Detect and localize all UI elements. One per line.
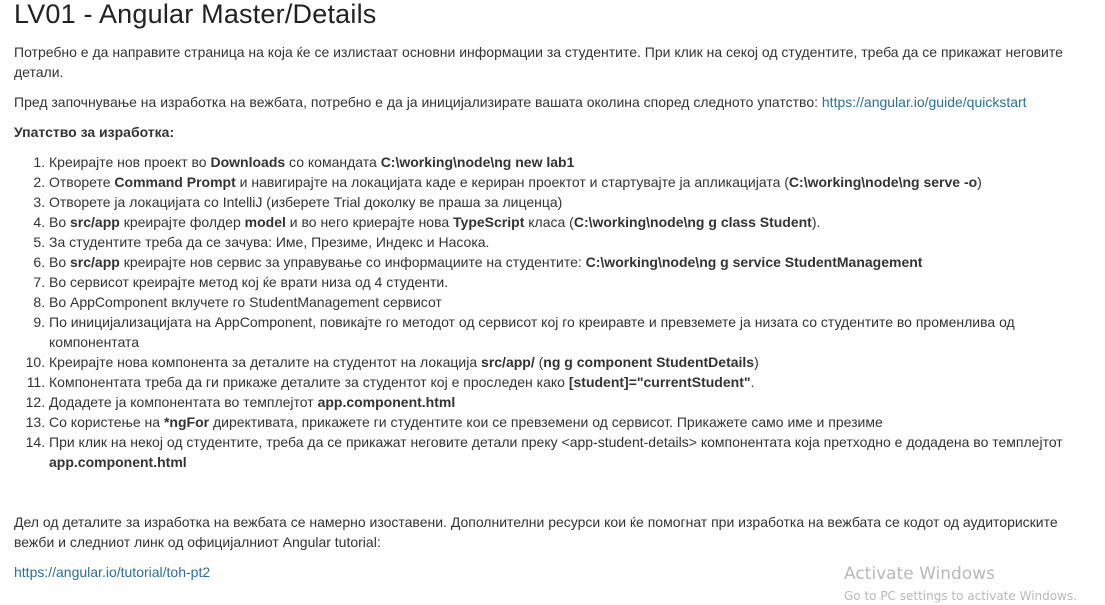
instruction-step: Отворете Command Prompt и навигирајте на…: [49, 172, 1094, 192]
step-emphasis: src/app/: [481, 354, 535, 370]
quickstart-link[interactable]: https://angular.io/guide/quickstart: [822, 94, 1027, 110]
step-emphasis: ng g component StudentDetails: [543, 354, 755, 370]
step-text: ): [754, 354, 759, 370]
step-emphasis: src/app: [70, 254, 120, 270]
instruction-step: Во сервисот креирајте метод кој ќе врати…: [49, 272, 1094, 292]
instruction-step: Во src/app креирајте нов сервис за управ…: [49, 252, 1094, 272]
step-text: Додадете ја компонентата во темплејтот: [49, 394, 318, 410]
instruction-step: Со користење на *ngFor директивата, прик…: [49, 412, 1094, 432]
step-text: За студентите треба да се зачува: Име, П…: [49, 234, 490, 250]
step-text: Отворете: [49, 174, 115, 190]
instruction-step: Во src/app креирајте фолдер model и во н…: [49, 212, 1094, 232]
step-text: При клик на некој од студентите, треба д…: [49, 434, 1063, 450]
outro-paragraph: Дел од деталите за изработка на вежбата …: [14, 514, 1058, 550]
step-text: .: [750, 374, 755, 390]
instruction-step: Додадете ја компонентата во темплејтот a…: [49, 392, 1094, 412]
watermark-title: Activate Windows: [844, 564, 995, 584]
step-text: Компонентата треба да ги прикаже деталит…: [49, 374, 569, 390]
step-text: класа (: [524, 214, 574, 230]
step-text: директивата, прикажете ги студентите кои…: [209, 414, 883, 430]
step-text: По иницијализацијата на AppComponent, по…: [49, 314, 1015, 350]
step-text: Во: [49, 214, 71, 230]
step-emphasis: C:\working\node\ng new lab1: [380, 154, 575, 170]
step-text: Во AppComponent вклучете го StudentManag…: [49, 294, 442, 310]
step-emphasis: Downloads: [210, 154, 286, 170]
step-text: ).: [811, 214, 821, 230]
activation-watermark: Activate Windows Go to PC settings to ac…: [844, 563, 1077, 605]
watermark-subtitle: Go to PC settings to activate Windows.: [844, 589, 1078, 603]
instructions-heading: Упатство за изработка:: [14, 124, 175, 140]
step-emphasis: TypeScript: [453, 214, 525, 230]
instruction-step: Компонентата треба да ги прикаже деталит…: [49, 372, 1094, 392]
step-text: со командата: [285, 154, 381, 170]
setup-text: Пред започнување на изработка на вежбата…: [14, 94, 822, 110]
step-emphasis: app.component.html: [317, 394, 456, 410]
tutorial-link[interactable]: https://angular.io/tutorial/toh-pt2: [14, 564, 210, 580]
instruction-step: За студентите треба да се зачува: Име, П…: [49, 232, 1094, 252]
step-text: Во: [49, 254, 71, 270]
step-text: Отворете ја локацијата со IntelliJ (избе…: [49, 194, 563, 210]
step-emphasis: C:\working\node\ng g class Student: [573, 214, 812, 230]
instruction-steps-list: Креирајте нов проект во Downloads со ком…: [14, 152, 1094, 472]
step-text: (: [534, 354, 544, 370]
instruction-step: Креирајте нова компонента за деталите на…: [49, 352, 1094, 372]
document-page: LV01 - Angular Master/Details Потребно е…: [14, 0, 1094, 582]
step-text: креирајте нов сервис за управување со ин…: [119, 254, 586, 270]
step-text: креирајте фолдер: [119, 214, 245, 230]
step-emphasis: model: [244, 214, 286, 230]
step-emphasis: src/app: [70, 214, 120, 230]
setup-paragraph: Пред започнување на изработка на вежбата…: [14, 92, 1094, 112]
step-text: ): [977, 174, 982, 190]
instruction-step: Во AppComponent вклучете го StudentManag…: [49, 292, 1094, 312]
step-text: Креирајте нов проект во: [49, 154, 211, 170]
instruction-step: При клик на некој од студентите, треба д…: [49, 432, 1094, 472]
step-text: Креирајте нова компонента за деталите на…: [49, 354, 482, 370]
page-title: LV01 - Angular Master/Details: [14, 0, 377, 29]
step-emphasis: C:\working\node\ng g service StudentMana…: [585, 254, 923, 270]
step-text: и во него криерајте нова: [285, 214, 454, 230]
instruction-step: Отворете ја локацијата со IntelliJ (избе…: [49, 192, 1094, 212]
step-text: Со користење на: [49, 414, 164, 430]
step-emphasis: *ngFor: [163, 414, 210, 430]
step-emphasis: [student]="currentStudent": [568, 374, 751, 390]
intro-paragraph: Потребно е да направите страница на која…: [14, 44, 1063, 80]
instruction-step: По иницијализацијата на AppComponent, по…: [49, 312, 1094, 352]
step-emphasis: Command Prompt: [114, 174, 236, 190]
instruction-step: Креирајте нов проект во Downloads со ком…: [49, 152, 1094, 172]
step-emphasis: app.component.html: [49, 454, 187, 470]
step-emphasis: C:\working\node\ng serve -o: [788, 174, 978, 190]
step-text: и навигирајте на локацијата каде е керир…: [235, 174, 789, 190]
step-text: Во сервисот креирајте метод кој ќе врати…: [49, 274, 449, 290]
